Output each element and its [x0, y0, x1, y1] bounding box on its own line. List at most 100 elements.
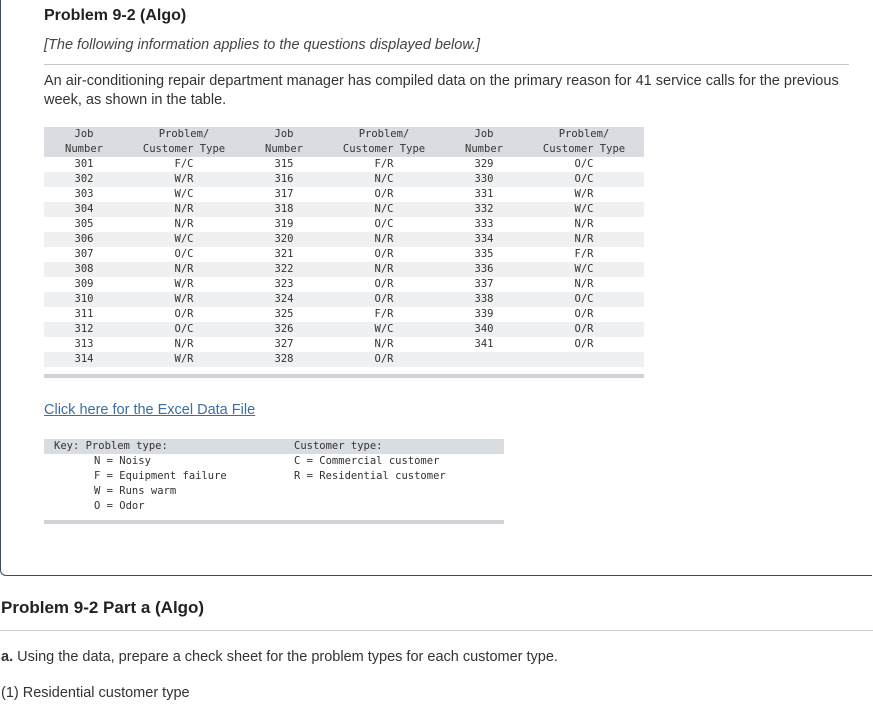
- cell-job-number: 310: [74, 293, 94, 305]
- cell-job-number: 318: [274, 203, 294, 215]
- header-job-number-3: Job Number: [465, 128, 503, 155]
- header-problem-type-1: Problem/Customer Type: [142, 128, 226, 155]
- cell-problem-type: O/R: [174, 308, 194, 320]
- cell-problem-type: O/C: [174, 248, 194, 260]
- service-calls-table: Job Number Problem/Customer Type Job Numbe…: [44, 127, 644, 367]
- table-row: 304 N/R 318 N/C 332 W/C: [44, 202, 644, 217]
- cell-job-number: 308: [74, 263, 94, 275]
- cell-job-number: 307: [74, 248, 94, 260]
- cell-job-number: 323: [274, 278, 294, 290]
- cell-job-number: 321: [274, 248, 294, 260]
- cell-job-number: 302: [74, 173, 94, 185]
- cell-job-number: 331: [474, 188, 494, 200]
- cell-job-number: 303: [74, 188, 94, 200]
- cell-problem-type: N/R: [374, 338, 394, 350]
- info-note: [The following information applies to th…: [44, 37, 481, 53]
- excel-data-link[interactable]: Click here for the Excel Data File: [44, 402, 255, 418]
- cell-problem-type: N/R: [174, 338, 194, 350]
- cell-problem-type: F/R: [574, 248, 594, 260]
- cell-job-number: 325: [274, 308, 294, 320]
- cell-problem-type: O/C: [574, 293, 594, 305]
- cell-problem-type: N/R: [574, 218, 594, 230]
- cell-problem-type: O/R: [374, 188, 394, 200]
- part-a-question-text: Using the data, prepare a check sheet fo…: [13, 649, 558, 665]
- cell-job-number: 317: [274, 188, 294, 200]
- header-problem-type-2: Problem/Customer Type: [342, 128, 426, 155]
- cell-job-number: 339: [474, 308, 494, 320]
- divider: [44, 64, 849, 65]
- cell-problem-type: O/R: [374, 278, 394, 290]
- cell-problem-type: W/C: [574, 263, 594, 275]
- cell-problem-type: W/C: [174, 188, 194, 200]
- part-a-label: a.: [1, 649, 14, 665]
- cell-job-number: 312: [74, 323, 94, 335]
- table-row: 303 W/C 317 O/R 331 W/R: [44, 187, 644, 202]
- cell-problem-type: N/R: [374, 263, 394, 275]
- cell-job-number: 335: [474, 248, 494, 260]
- cell-problem-type: O/C: [574, 158, 594, 170]
- key-table: Key: Problem type: Customer type: N = No…: [44, 439, 504, 514]
- table-row: 311 O/R 325 F/R 339 O/R: [44, 307, 644, 322]
- cell-problem-type: O/R: [374, 293, 394, 305]
- table-row: 302 W/R 316 N/C 330 O/C: [44, 172, 644, 187]
- cell-problem-type: W/C: [374, 323, 394, 335]
- table-row: 313 N/R 327 N/R 341 O/R: [44, 337, 644, 352]
- cell-problem-type: F/R: [374, 158, 394, 170]
- cell-job-number: 333: [474, 218, 494, 230]
- divider: [0, 630, 873, 631]
- cell-job-number: 329: [474, 158, 494, 170]
- cell-problem-type: W/R: [174, 173, 194, 185]
- table-body: 301 F/C 315 F/R 329 O/C 302 W/R 316 N/C 330 O/C 303 W…: [44, 157, 644, 367]
- cell-job-number: 322: [274, 263, 294, 275]
- key-body: N = Noisy F = Equipment failure W = Runs…: [44, 454, 504, 514]
- key-item: R = Residential customer: [294, 470, 446, 482]
- header-job-number-1: Job Number: [65, 128, 103, 155]
- cell-job-number: 338: [474, 293, 494, 305]
- cell-problem-type: O/R: [374, 353, 394, 365]
- cell-job-number: 315: [274, 158, 294, 170]
- table-header: Job Number Problem/Customer Type Job Numbe…: [44, 127, 644, 157]
- key-item: N = Noisy: [94, 455, 151, 467]
- cell-problem-type: N/R: [174, 203, 194, 215]
- cell-problem-type: N/R: [374, 233, 394, 245]
- header-job-number-2: Job Number: [265, 128, 303, 155]
- cell-job-number: 309: [74, 278, 94, 290]
- cell-problem-type: N/R: [174, 263, 194, 275]
- table-row: 306 W/C 320 N/R 334 N/R: [44, 232, 644, 247]
- header-problem-type-3: Problem/Customer Type: [542, 128, 626, 155]
- residential-subheading: (1) Residential customer type: [1, 685, 190, 701]
- problem-description: An air-conditioning repair department ma…: [44, 73, 839, 108]
- part-a-title: Problem 9-2 Part a (Algo): [1, 598, 205, 617]
- cell-job-number: 314: [74, 353, 94, 365]
- table-row: 309 W/R 323 O/R 337 N/R: [44, 277, 644, 292]
- cell-job-number: 319: [274, 218, 294, 230]
- cell-problem-type: N/R: [574, 233, 594, 245]
- cell-job-number: 313: [74, 338, 94, 350]
- cell-problem-type: O/R: [374, 248, 394, 260]
- cell-problem-type: N/R: [174, 218, 194, 230]
- table-row: 305 N/R 319 O/C 333 N/R: [44, 217, 644, 232]
- cell-job-number: 334: [474, 233, 494, 245]
- cell-job-number: 328: [274, 353, 294, 365]
- cell-job-number: 340: [474, 323, 494, 335]
- cell-problem-type: W/R: [174, 293, 194, 305]
- cell-problem-type: W/R: [174, 278, 194, 290]
- question-card: Problem 9-2 (Algo) [The following inform…: [0, 0, 872, 576]
- cell-job-number: 305: [74, 218, 94, 230]
- cell-job-number: 330: [474, 173, 494, 185]
- cell-job-number: 337: [474, 278, 494, 290]
- cell-job-number: 320: [274, 233, 294, 245]
- part-a-question: a. Using the data, prepare a check sheet…: [1, 649, 558, 665]
- cell-problem-type: O/R: [574, 338, 594, 350]
- cell-job-number: 341: [474, 338, 494, 350]
- table-row: 308 N/R 322 N/R 336 W/C: [44, 262, 644, 277]
- key-bottom-rule: [44, 520, 504, 524]
- cell-job-number: 327: [274, 338, 294, 350]
- cell-problem-type: W/R: [574, 188, 594, 200]
- table-row: 307 O/C 321 O/R 335 F/R: [44, 247, 644, 262]
- cell-problem-type: O/C: [374, 218, 394, 230]
- cell-job-number: 324: [274, 293, 294, 305]
- cell-problem-type: O/C: [174, 323, 194, 335]
- cell-job-number: 304: [74, 203, 94, 215]
- table-bottom-rule: [44, 374, 644, 378]
